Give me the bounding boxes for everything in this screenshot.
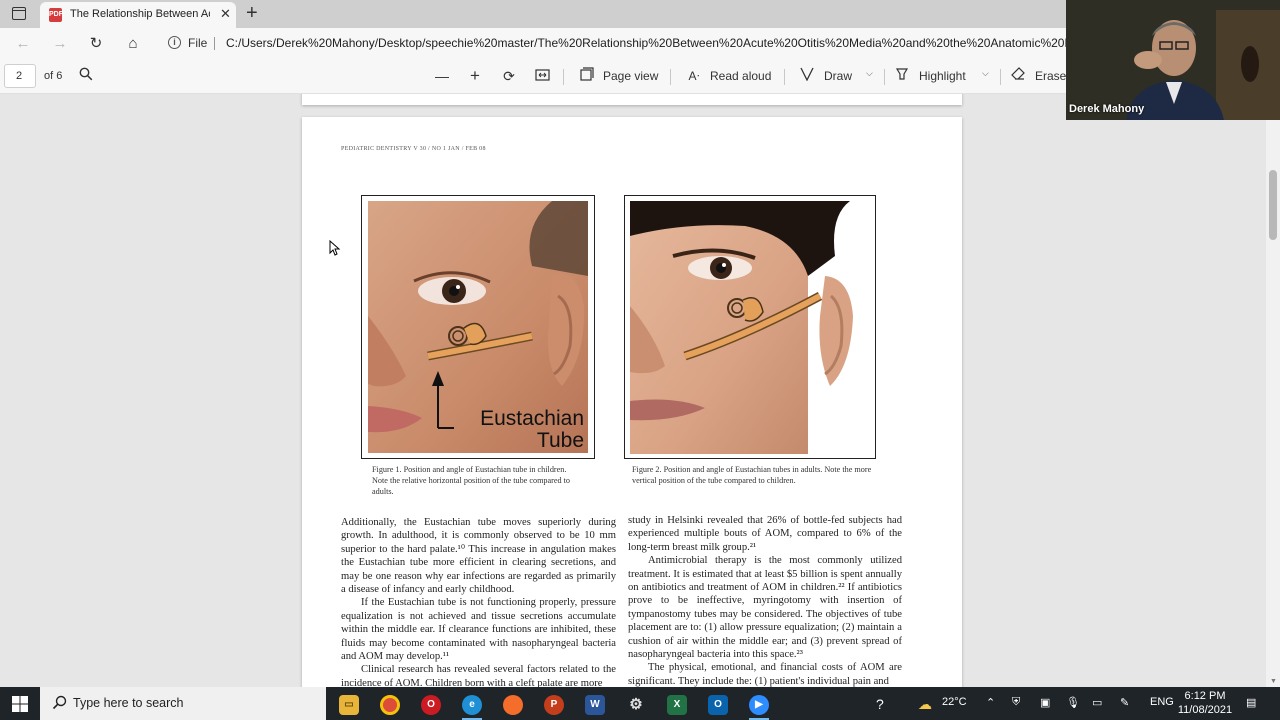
opera-app-icon[interactable]: O [411, 691, 451, 720]
home-icon[interactable]: ⌂ [123, 34, 143, 54]
pdf-favicon-icon: PDF [49, 8, 63, 22]
input-language[interactable]: ENG [1150, 696, 1174, 708]
chrome-app-icon[interactable] [370, 691, 410, 720]
toolbar-divider [670, 69, 671, 85]
help-icon[interactable]: ? [876, 696, 884, 712]
weather-temperature[interactable]: 22°C [942, 696, 967, 708]
clock-date: 11/08/2021 [1177, 704, 1233, 716]
forward-arrow-icon[interactable]: → [50, 34, 70, 54]
settings-app-icon[interactable]: ⚙ [616, 691, 656, 720]
firefox-app-icon[interactable] [493, 691, 533, 720]
vertical-scrollbar[interactable]: ▲ ▼ [1266, 94, 1280, 687]
windows-start-icon[interactable] [12, 696, 28, 715]
body-column-right: study in Helsinki revealed that 26% of b… [628, 514, 902, 687]
search-placeholder: Type here to search [73, 696, 184, 710]
address-separator [214, 37, 215, 50]
toolbar-divider [884, 69, 885, 85]
pdf-page: PEDIATRIC DENTISTRY V 30 / NO 1 JAN / FE… [302, 117, 962, 687]
clock-time: 6:12 PM [1184, 690, 1226, 702]
figure-2-adult-illustration [624, 195, 876, 459]
mouse-cursor-icon [329, 240, 341, 256]
zoom-app-icon[interactable]: ▶ [739, 691, 779, 720]
read-aloud-icon[interactable]: Aᐧ [685, 67, 703, 85]
outlook-app-icon[interactable]: O [698, 691, 738, 720]
scroll-down-arrow-icon[interactable]: ▼ [1270, 678, 1277, 685]
system-clock[interactable]: 6:12 PM 11/08/2021 [1172, 689, 1238, 717]
security-icon[interactable]: ⛨ [1012, 696, 1020, 709]
draw-pen-icon[interactable] [798, 67, 816, 85]
draw-button[interactable]: Draw [824, 69, 852, 83]
highlight-options-chevron-down-icon[interactable]: ⌵ [982, 68, 989, 79]
toolbar-divider [1000, 69, 1001, 85]
new-tab-icon[interactable]: + [246, 2, 258, 24]
page-total-label: of 6 [44, 70, 63, 82]
body-column-left: Additionally, the Eustachian tube moves … [341, 516, 616, 687]
excel-app-icon[interactable]: X [657, 691, 697, 720]
zoom-out-icon[interactable]: — [433, 67, 451, 85]
participant-name: Derek Mahony [1069, 103, 1145, 115]
battery-icon[interactable]: ▭ [1092, 696, 1102, 709]
refresh-icon[interactable]: ↻ [86, 34, 106, 54]
weather-icon[interactable]: ☁ [918, 696, 932, 713]
taskbar-search-box[interactable]: Type here to search [40, 687, 326, 720]
paragraph: Clinical research has revealed several f… [341, 664, 616, 687]
windows-taskbar: Type here to search ▭ O e P W ⚙ X O ▶ ? … [0, 687, 1280, 720]
file-scheme-label: File [188, 36, 208, 50]
read-aloud-button[interactable]: Read aloud [710, 69, 771, 83]
figure-1-label: Eustachian Tube [480, 407, 584, 452]
tab-actions-menu-icon[interactable] [12, 7, 26, 20]
paragraph: The physical, emotional, and financial c… [628, 662, 902, 687]
highlighter-icon[interactable] [893, 67, 911, 85]
figure-2-caption: Figure 2. Position and angle of Eustachi… [632, 465, 872, 485]
rotate-icon[interactable]: ⟳ [500, 67, 518, 85]
webcam-overlay: Derek Mahony [1066, 0, 1280, 120]
paragraph: Antimicrobial therapy is the most common… [628, 555, 902, 661]
paragraph: Additionally, the Eustachian tube moves … [341, 517, 616, 596]
previous-page-bottom [302, 94, 962, 105]
notifications-icon[interactable]: ▤ [1246, 696, 1256, 709]
microphone-icon[interactable]: 🎙 [1066, 696, 1080, 709]
eraser-icon[interactable] [1009, 67, 1027, 85]
figure-1-child-illustration: Eustachian Tube [361, 195, 595, 459]
page-number-input[interactable]: 2 [4, 64, 36, 88]
toolbar-divider [563, 69, 564, 85]
scrollbar-thumb[interactable] [1269, 170, 1277, 240]
find-search-icon[interactable] [77, 67, 95, 85]
page-view-icon[interactable] [578, 67, 596, 85]
search-icon [52, 695, 67, 710]
highlight-button[interactable]: Highlight [919, 69, 966, 83]
site-info-icon[interactable]: i [168, 36, 181, 49]
zoom-in-icon[interactable]: + [466, 67, 484, 85]
close-tab-icon[interactable]: ✕ [220, 6, 231, 22]
show-hidden-icons-chevron-icon[interactable]: ⌃ [986, 696, 995, 709]
back-arrow-icon[interactable]: ← [13, 34, 33, 54]
file-explorer-app-icon[interactable]: ▭ [329, 691, 369, 720]
figure-1-caption: Figure 1. Position and angle of Eustachi… [372, 465, 571, 496]
paragraph: study in Helsinki revealed that 26% of b… [628, 515, 902, 553]
running-head: PEDIATRIC DENTISTRY V 30 / NO 1 JAN / FE… [341, 146, 486, 152]
word-app-icon[interactable]: W [575, 691, 615, 720]
meet-now-icon[interactable]: ▣ [1040, 696, 1050, 709]
browser-tab[interactable]: PDF The Relationship Between Acute ✕ [40, 2, 236, 28]
page-view-button[interactable]: Page view [603, 69, 658, 83]
paragraph: If the Eustachian tube is not functionin… [341, 597, 616, 663]
pen-workspace-icon[interactable]: ✎ [1120, 696, 1129, 709]
powerpoint-app-icon[interactable]: P [534, 691, 574, 720]
erase-button[interactable]: Erase [1035, 69, 1066, 83]
draw-options-chevron-down-icon[interactable]: ⌵ [866, 68, 873, 79]
edge-app-icon[interactable]: e [452, 691, 492, 720]
address-input[interactable]: C:/Users/Derek%20Mahony/Desktop/speechie… [226, 36, 1066, 50]
toolbar-divider [784, 69, 785, 85]
fit-to-width-icon[interactable] [533, 67, 551, 85]
pdf-viewport[interactable]: PEDIATRIC DENTISTRY V 30 / NO 1 JAN / FE… [0, 94, 1266, 687]
tab-title: The Relationship Between Acute [70, 8, 210, 20]
